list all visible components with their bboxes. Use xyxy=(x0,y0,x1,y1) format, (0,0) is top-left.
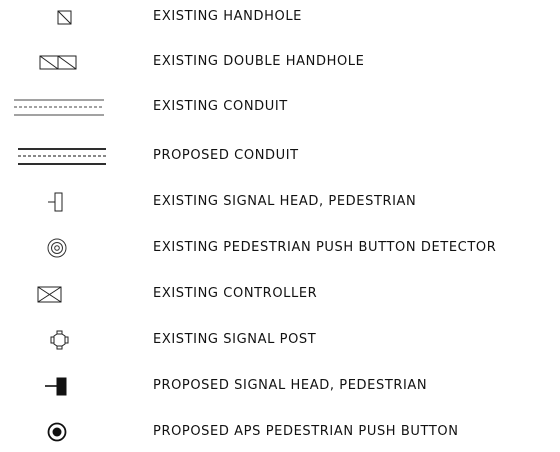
legend-label: EXISTING SIGNAL POST xyxy=(153,332,317,347)
legend-label: EXISTING CONDUIT xyxy=(153,99,288,114)
legend-label: EXISTING PEDESTRIAN PUSH BUTTON DETECTOR xyxy=(153,240,497,255)
legend-item: EXISTING SIGNAL POST xyxy=(0,320,560,360)
existing-conduit-icon xyxy=(14,99,104,116)
existing-controller-icon xyxy=(37,286,62,303)
legend-label: PROPOSED APS PEDESTRIAN PUSH BUTTON xyxy=(153,424,459,439)
legend-item: EXISTING SIGNAL HEAD, PEDESTRIAN xyxy=(0,182,560,222)
legend-item: PROPOSED APS PEDESTRIAN PUSH BUTTON xyxy=(0,412,560,452)
legend-label: EXISTING SIGNAL HEAD, PEDESTRIAN xyxy=(153,194,417,209)
legend-item: EXISTING HANDHOLE xyxy=(0,0,560,37)
legend-item: EXISTING CONDUIT xyxy=(0,87,560,127)
existing-double-handhole-icon xyxy=(39,55,77,70)
legend-item: EXISTING PEDESTRIAN PUSH BUTTON DETECTOR xyxy=(0,228,560,268)
existing-signal-post-icon xyxy=(50,330,69,350)
legend-label: EXISTING HANDHOLE xyxy=(153,9,302,24)
legend-label: EXISTING CONTROLLER xyxy=(153,286,318,301)
legend-label: EXISTING DOUBLE HANDHOLE xyxy=(153,54,365,69)
legend-item: PROPOSED SIGNAL HEAD, PEDESTRIAN xyxy=(0,366,560,406)
proposed-conduit-icon xyxy=(18,148,106,165)
proposed-pedestrian-signal-head-icon xyxy=(45,377,67,396)
proposed-aps-push-button-icon xyxy=(47,422,67,442)
legend-item: EXISTING DOUBLE HANDHOLE xyxy=(0,42,560,82)
existing-push-button-detector-icon xyxy=(47,238,67,258)
existing-handhole-icon xyxy=(57,10,72,25)
existing-pedestrian-signal-head-icon xyxy=(48,192,63,212)
legend-label: PROPOSED SIGNAL HEAD, PEDESTRIAN xyxy=(153,378,428,393)
legend-label: PROPOSED CONDUIT xyxy=(153,148,299,163)
legend: EXISTING HANDHOLE EXISTING DOUBLE HANDHO… xyxy=(0,0,560,450)
legend-item: PROPOSED CONDUIT xyxy=(0,136,560,176)
legend-item: EXISTING CONTROLLER xyxy=(0,274,560,314)
